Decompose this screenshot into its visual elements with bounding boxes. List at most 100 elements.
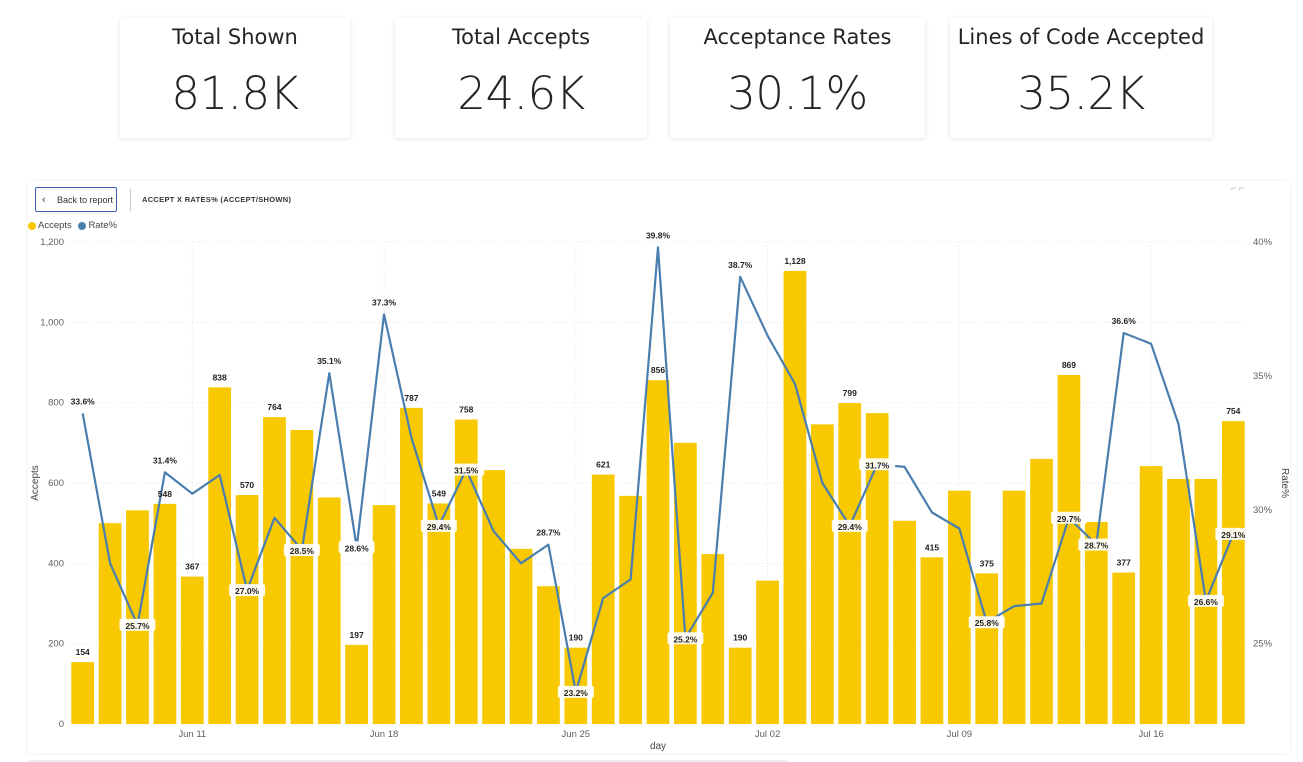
bar-accepts bbox=[482, 470, 505, 724]
bar-accepts bbox=[317, 497, 341, 724]
bar-data-label: 190 bbox=[733, 633, 747, 643]
y-axis-title: Accepts bbox=[30, 465, 41, 501]
kpi-title: Total Accepts bbox=[451, 25, 591, 49]
y-tick-label: 0 bbox=[59, 719, 64, 730]
kpi-title: Acceptance Rates bbox=[703, 25, 892, 49]
rate-data-label: 25.7% bbox=[125, 621, 150, 631]
rate-data-label: 39.8% bbox=[646, 230, 671, 240]
y-tick-label: 1,000 bbox=[40, 317, 64, 328]
bar-accepts bbox=[509, 548, 533, 724]
toolbar-divider bbox=[130, 189, 131, 211]
bar-accepts bbox=[290, 429, 314, 724]
x-tick-label: Jun 18 bbox=[370, 729, 399, 740]
rate-data-label: 38.7% bbox=[728, 260, 753, 270]
rate-data-label: 27.0% bbox=[235, 586, 260, 596]
rate-data-label: 36.6% bbox=[1112, 316, 1137, 326]
rate-data-label: 35.1% bbox=[317, 356, 342, 366]
rate-data-label: 23.2% bbox=[564, 688, 589, 698]
bar-data-label: 154 bbox=[76, 647, 90, 657]
bar-data-label: 415 bbox=[925, 542, 939, 552]
rate-data-label: 31.4% bbox=[153, 455, 178, 465]
kpi-value: 30.1% bbox=[727, 67, 868, 120]
kpi-title: Lines of Code Accepted bbox=[957, 25, 1205, 49]
bar-data-label: 754 bbox=[1226, 406, 1240, 416]
bar-accepts bbox=[208, 387, 232, 724]
chart-panel: 0 200 400 600 800 1,000 1,200 25% 30% 35% 40% Jun 1… bbox=[28, 181, 1290, 753]
bar-accepts bbox=[1221, 421, 1245, 724]
bar-data-label: 197 bbox=[350, 630, 364, 640]
chevron-left-icon: ‹ bbox=[42, 194, 46, 206]
x-tick-label: Jul 02 bbox=[755, 729, 780, 740]
legend-item-rate[interactable]: Rate% bbox=[78, 220, 117, 231]
bar-accepts bbox=[838, 403, 862, 724]
bar-data-label: 548 bbox=[158, 489, 172, 499]
rate-data-label: 28.5% bbox=[290, 546, 315, 556]
bar-data-label: 377 bbox=[1117, 558, 1131, 568]
rate-data-label: 29.1% bbox=[1221, 530, 1246, 540]
rate-data-label: 28.7% bbox=[536, 528, 561, 538]
bar-data-label: 1,128 bbox=[784, 256, 806, 266]
y2-tick-label: 25% bbox=[1253, 639, 1273, 650]
bar-data-label: 838 bbox=[213, 372, 227, 382]
legend-label: Accepts bbox=[38, 220, 72, 231]
bar-accepts bbox=[126, 510, 149, 724]
bar-accepts bbox=[263, 417, 286, 724]
bar-accepts bbox=[71, 662, 95, 724]
bar-accepts bbox=[180, 576, 204, 724]
x-axis-title: day bbox=[650, 741, 666, 752]
kpi-card-lines-of-code-accepted: Lines of Code Accepted 35.2K bbox=[950, 18, 1212, 138]
kpi-card-acceptance-rates: Acceptance Rates 30.1% bbox=[670, 18, 925, 138]
bar-accepts bbox=[1112, 572, 1136, 724]
bar-accepts bbox=[1084, 521, 1108, 724]
kpi-value: 81.8K bbox=[171, 67, 299, 120]
back-to-report-button[interactable]: ‹ Back to report bbox=[35, 187, 117, 212]
bar-data-label: 856 bbox=[651, 365, 665, 375]
bar-accepts bbox=[427, 503, 451, 724]
legend-label: Rate% bbox=[88, 220, 117, 231]
bar-accepts bbox=[811, 424, 834, 724]
legend-item-accepts[interactable]: Accepts bbox=[28, 220, 72, 231]
chart-title: ACCEPT X RATES% (ACCEPT/SHOWN) bbox=[142, 195, 292, 204]
bar-data-label: 787 bbox=[404, 393, 418, 403]
bar-accepts bbox=[674, 442, 697, 724]
y-tick-label: 200 bbox=[48, 639, 64, 650]
x-tick-label: Jun 11 bbox=[178, 729, 206, 740]
y2-tick-label: 40% bbox=[1253, 237, 1273, 248]
x-tick-label: Jul 09 bbox=[947, 729, 972, 740]
bar-accepts bbox=[619, 495, 642, 724]
bar-accepts bbox=[537, 586, 560, 724]
rate-data-label: 33.6% bbox=[71, 396, 96, 406]
rate-data-label: 31.7% bbox=[865, 460, 890, 470]
focus-mode-icon[interactable]: ⌐ ⌐ bbox=[1231, 183, 1244, 193]
rate-data-label: 29.7% bbox=[1057, 514, 1082, 524]
rate-data-label: 29.4% bbox=[427, 522, 452, 532]
bar-accepts bbox=[235, 495, 259, 724]
rate-data-label: 26.6% bbox=[1194, 597, 1219, 607]
x-tick-label: Jun 25 bbox=[562, 729, 591, 740]
bar-data-label: 367 bbox=[185, 562, 199, 572]
bar-data-label: 570 bbox=[240, 480, 254, 490]
rate-data-label: 28.6% bbox=[345, 543, 370, 553]
bar-data-label: 549 bbox=[432, 488, 446, 498]
kpi-value: 24.6K bbox=[457, 67, 585, 120]
y-tick-label: 1,200 bbox=[40, 237, 64, 248]
bar-accepts bbox=[756, 580, 779, 724]
bar-accepts bbox=[98, 523, 122, 724]
y-tick-label: 800 bbox=[48, 398, 64, 409]
rate-data-label: 25.2% bbox=[673, 634, 698, 644]
x-tick-label: Jul 16 bbox=[1138, 729, 1163, 740]
bar-data-label: 799 bbox=[843, 388, 857, 398]
rate-data-label: 31.5% bbox=[454, 466, 479, 476]
legend-marker-rate bbox=[78, 221, 87, 230]
combo-chart: 0 200 400 600 800 1,000 1,200 25% 30% 35% 40% Jun 1… bbox=[30, 230, 1290, 752]
y2-tick-label: 35% bbox=[1253, 371, 1273, 382]
bar-accepts bbox=[1030, 458, 1053, 724]
y2-tick-label: 30% bbox=[1253, 505, 1273, 516]
kpi-card-total-accepts: Total Accepts 24.6K bbox=[395, 18, 647, 138]
kpi-card-total-shown: Total Shown 81.8K bbox=[120, 18, 350, 138]
back-button-label: Back to report bbox=[57, 195, 114, 205]
kpi-title: Total Shown bbox=[172, 25, 298, 49]
bar-accepts bbox=[1057, 374, 1081, 724]
rate-data-label: 37.3% bbox=[372, 297, 397, 307]
bar-data-label: 621 bbox=[596, 460, 610, 470]
